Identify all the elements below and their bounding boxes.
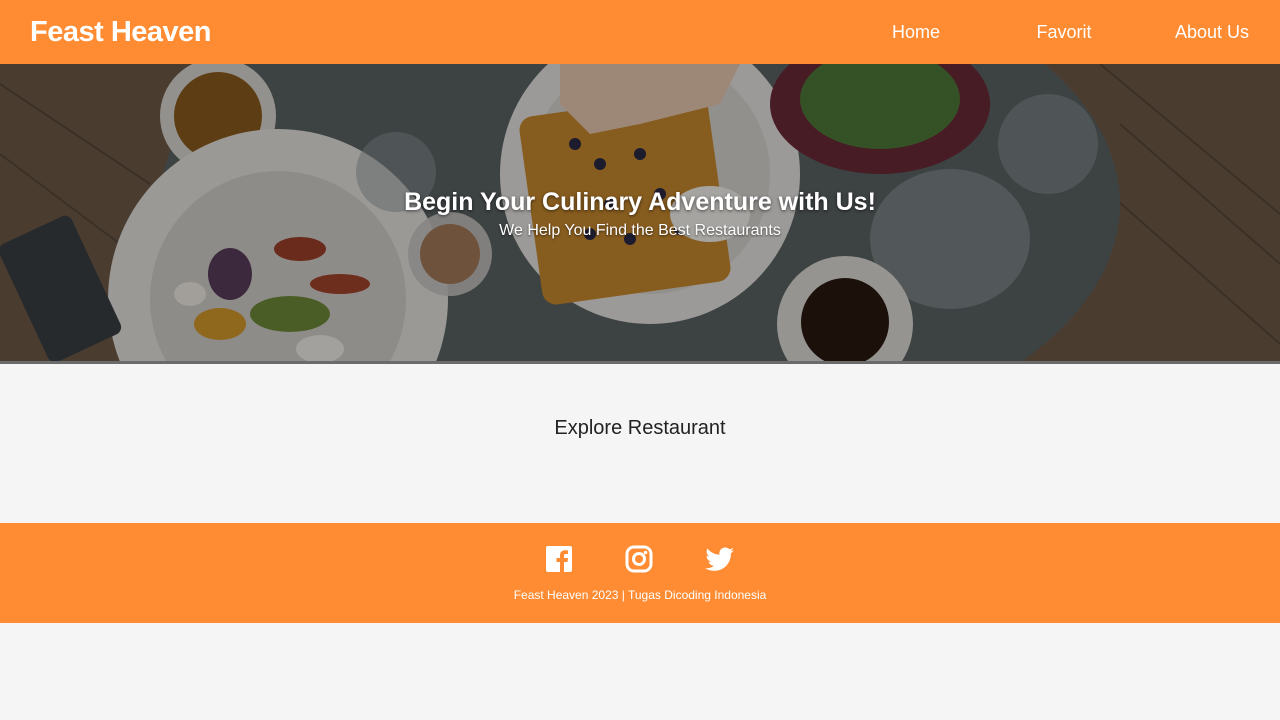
instagram-icon[interactable] [625, 545, 655, 575]
explore-restaurant-heading: Explore Restaurant [554, 417, 726, 439]
social-links [0, 545, 1280, 575]
hero-banner: Begin Your Culinary Adventure with Us! W… [0, 64, 1280, 364]
hero-text: Begin Your Culinary Adventure with Us! W… [0, 186, 1280, 242]
nav-link-about-us[interactable]: About Us [1162, 22, 1262, 43]
main-nav: Home Favorit About Us [866, 22, 1250, 43]
hero-title: Begin Your Culinary Adventure with Us! [404, 188, 876, 216]
facebook-icon[interactable] [545, 545, 575, 575]
footer: Feast Heaven 2023 | Tugas Dicoding Indon… [0, 523, 1280, 623]
twitter-icon[interactable] [705, 545, 735, 575]
footer-copyright: Feast Heaven 2023 | Tugas Dicoding Indon… [513, 588, 767, 602]
hero-subtitle: We Help You Find the Best Restaurants [499, 222, 781, 239]
brand-logo-link[interactable]: Feast Heaven [30, 16, 212, 49]
app-bar: Feast Heaven Home Favorit About Us [0, 0, 1280, 64]
nav-link-home[interactable]: Home [866, 22, 966, 43]
nav-link-favorit[interactable]: Favorit [1014, 22, 1114, 43]
main-content: Explore Restaurant [0, 367, 1280, 523]
